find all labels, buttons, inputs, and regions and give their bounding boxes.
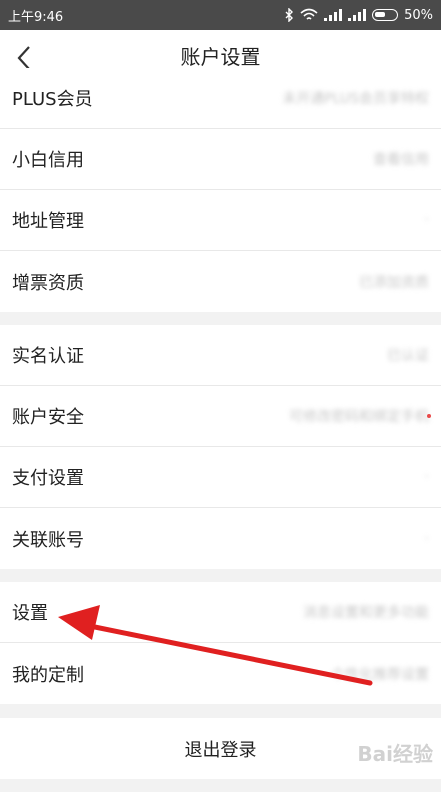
row-value: 个性化推荐设置 xyxy=(331,666,429,683)
row-linked-accounts[interactable]: 关联账号 · xyxy=(0,508,441,569)
row-address[interactable]: 地址管理 · xyxy=(0,190,441,251)
row-customization[interactable]: 我的定制 个性化推荐设置 xyxy=(0,643,441,704)
signal-icon xyxy=(324,9,343,21)
row-value: · xyxy=(424,530,429,547)
row-plus-member[interactable]: PLUS会员 未开通PLUS会员享特权 xyxy=(0,68,441,129)
status-icons: 50% xyxy=(284,8,433,23)
row-label: 增票资质 xyxy=(12,272,84,294)
row-value: · xyxy=(424,469,429,485)
status-time: 上午9:46 xyxy=(8,9,64,25)
row-payment[interactable]: 支付设置 · xyxy=(0,447,441,508)
row-value: 已认证 xyxy=(387,348,429,364)
bluetooth-icon xyxy=(285,8,294,22)
row-account-security[interactable]: 账户安全 可修改密码和绑定手机 xyxy=(0,386,441,447)
row-credit[interactable]: 小白信用 查看信用 xyxy=(0,129,441,190)
battery-icon xyxy=(372,9,399,21)
row-label: PLUS会员 xyxy=(12,89,93,110)
row-value: 消息设置和更多功能 xyxy=(303,605,429,621)
row-settings[interactable]: 设置 消息设置和更多功能 xyxy=(0,582,441,643)
row-invoice[interactable]: 增票资质 已添加资质 xyxy=(0,251,441,312)
logout-button[interactable]: 退出登录 xyxy=(0,718,441,779)
row-label: 小白信用 xyxy=(12,150,84,171)
notification-dot xyxy=(427,414,431,418)
row-label: 实名认证 xyxy=(12,346,84,367)
status-bar: 上午9:46 50% xyxy=(0,0,441,30)
settings-group-1: PLUS会员 未开通PLUS会员享特权 小白信用 查看信用 地址管理 · 增票资… xyxy=(0,68,441,312)
settings-group-3: 设置 消息设置和更多功能 我的定制 个性化推荐设置 xyxy=(0,582,441,704)
row-real-name[interactable]: 实名认证 已认证 xyxy=(0,325,441,386)
row-label: 关联账号 xyxy=(12,529,84,551)
row-value: 查看信用 xyxy=(373,152,429,168)
row-label: 账户安全 xyxy=(12,407,84,428)
wifi-icon xyxy=(300,8,318,20)
row-value: 未开通PLUS会员享特权 xyxy=(282,91,429,107)
row-label: 我的定制 xyxy=(12,664,84,686)
row-value: 可修改密码和绑定手机 xyxy=(289,409,429,425)
row-value: · xyxy=(424,212,429,228)
settings-group-2: 实名认证 已认证 账户安全 可修改密码和绑定手机 支付设置 · 关联账号 · xyxy=(0,325,441,569)
signal-icon-2 xyxy=(348,9,367,21)
row-label: 地址管理 xyxy=(12,211,84,232)
battery-percent: 50% xyxy=(404,7,433,23)
row-label: 支付设置 xyxy=(12,468,84,489)
row-value: 已添加资质 xyxy=(359,274,429,291)
row-label: 设置 xyxy=(12,603,48,624)
